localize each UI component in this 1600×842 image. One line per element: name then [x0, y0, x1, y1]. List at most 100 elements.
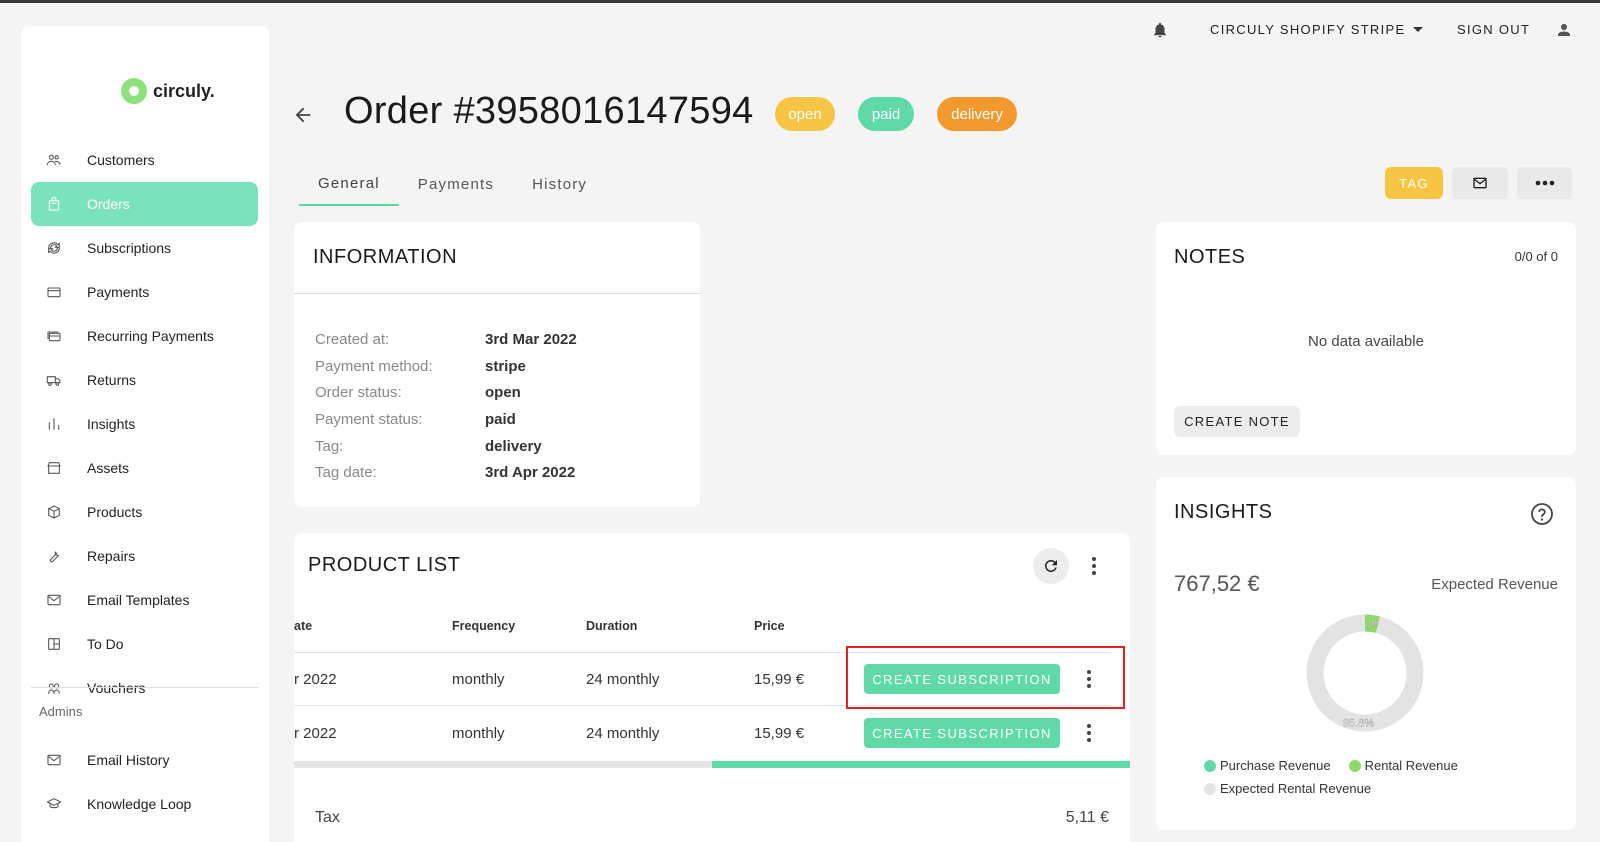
info-row-tag: Tag: delivery	[315, 438, 542, 455]
legend-item-expected-rental[interactable]: Expected Rental Revenue	[1204, 781, 1371, 796]
logo[interactable]: circuly.	[121, 78, 215, 104]
sidebar-item-repairs[interactable]: Repairs	[31, 534, 258, 578]
product-list-menu-button[interactable]	[1084, 551, 1104, 581]
info-row-tag-date: Tag date: 3rd Apr 2022	[315, 464, 575, 481]
row-menu-button[interactable]	[1079, 718, 1099, 748]
information-title: INFORMATION	[313, 246, 458, 268]
sidebar-item-customers[interactable]: Customers	[31, 138, 258, 182]
cell-price: 15,99 €	[754, 725, 805, 742]
legend-label: Expected Rental Revenue	[1220, 781, 1372, 796]
create-subscription-button[interactable]: CREATE SUBSCRIPTION	[864, 718, 1060, 748]
info-value: delivery	[485, 438, 542, 455]
sidebar-item-products[interactable]: Products	[31, 490, 258, 534]
legend-item-purchase[interactable]: Purchase Revenue	[1204, 758, 1331, 773]
refresh-button[interactable]	[1033, 548, 1069, 584]
info-label: Tag:	[315, 438, 344, 455]
sidebar-item-subscriptions[interactable]: Subscriptions	[31, 226, 258, 270]
tax-value: 5,11 €	[1065, 809, 1109, 826]
info-row-payment-method: Payment method: stripe	[315, 358, 526, 375]
column-header-duration[interactable]: Duration	[586, 619, 637, 633]
sidebar-item-insights[interactable]: Insights	[31, 402, 258, 446]
bar-chart-icon	[45, 415, 63, 433]
refresh-icon	[1044, 560, 1057, 572]
more-vertical-icon	[1092, 557, 1096, 575]
vouchers-icon	[45, 679, 63, 697]
legend-swatch	[1204, 782, 1216, 795]
revenue-donut-chart: 4.2%95.8%	[1306, 614, 1424, 732]
cell-frequency: monthly	[452, 725, 505, 742]
info-value: stripe	[485, 358, 526, 375]
sidebar-item-label: Assets	[87, 460, 130, 476]
sidebar-item-recurring-payments[interactable]: Recurring Payments	[31, 314, 258, 358]
column-header-frequency[interactable]: Frequency	[452, 619, 515, 633]
notes-card: NOTES 0/0 of 0 No data available CREATE …	[1156, 222, 1576, 455]
info-value: 3rd Apr 2022	[485, 464, 576, 481]
sidebar-item-label: Returns	[87, 372, 137, 388]
store-name: CIRCULY SHOPIFY STRIPE	[1210, 22, 1406, 37]
info-value: 3rd Mar 2022	[485, 331, 577, 348]
status-badge-delivery: delivery	[937, 97, 1017, 131]
tab-payments[interactable]: Payments	[399, 162, 513, 206]
tab-history[interactable]: History	[513, 162, 606, 206]
info-row-created: Created at: 3rd Mar 2022	[315, 331, 577, 348]
sidebar-item-label: To Do	[87, 636, 124, 652]
email-button[interactable]	[1452, 167, 1508, 199]
sidebar-item-label: Products	[87, 504, 143, 520]
sidebar-divider	[31, 687, 258, 688]
logo-icon	[121, 78, 147, 104]
bell-icon[interactable]	[1151, 21, 1169, 39]
create-note-button[interactable]: CREATE NOTE	[1174, 406, 1300, 437]
sync-icon	[45, 239, 63, 257]
sidebar-item-knowledge-loop[interactable]: Knowledge Loop	[31, 782, 258, 826]
sidebar-item-label: Repairs	[87, 548, 136, 564]
sidebar-item-label: Insights	[87, 416, 136, 432]
user-icon[interactable]	[1555, 21, 1573, 39]
tab-general[interactable]: General	[299, 162, 399, 206]
status-badge-open: open	[775, 97, 835, 131]
recurring-card-icon	[45, 327, 63, 345]
cell-date: r 2022	[294, 671, 337, 688]
sidebar-item-label: Email Templates	[87, 592, 190, 608]
logo-text: circuly.	[153, 80, 215, 101]
cell-frequency: monthly	[452, 671, 505, 688]
more-vertical-icon	[1087, 724, 1091, 742]
graduation-icon	[45, 795, 63, 813]
mail-icon	[45, 751, 63, 769]
back-arrow-icon[interactable]	[292, 104, 314, 126]
cell-date: r 2022	[294, 725, 337, 742]
insights-title: INSIGHTS	[1174, 501, 1273, 523]
legend-label: Rental Revenue	[1364, 758, 1458, 773]
horizontal-scrollbar[interactable]	[294, 761, 1130, 768]
sidebar-item-email-templates[interactable]: Email Templates	[31, 578, 258, 622]
legend-item-rental[interactable]: Rental Revenue	[1348, 758, 1458, 773]
information-card: INFORMATION Created at: 3rd Mar 2022 Paym…	[294, 222, 700, 507]
store-selector[interactable]: CIRCULY SHOPIFY STRIPE	[1210, 22, 1424, 37]
sidebar-item-returns[interactable]: Returns	[31, 358, 258, 402]
sidebar-item-to-do[interactable]: To Do	[31, 622, 258, 666]
sidebar-item-orders[interactable]: Orders	[31, 182, 258, 226]
info-label: Order status:	[315, 384, 402, 401]
insights-amount-label: Expected Revenue	[1431, 576, 1558, 593]
sidebar-item-payments[interactable]: Payments	[31, 270, 258, 314]
info-row-order-status: Order status: open	[315, 384, 521, 401]
sidebar-item-label: Knowledge Loop	[87, 796, 192, 812]
box-icon	[45, 503, 63, 521]
column-header-date[interactable]: ate	[294, 619, 312, 633]
sidebar-item-label: Recurring Payments	[87, 328, 214, 344]
scrollbar-thumb[interactable]	[712, 761, 1130, 768]
sign-out-button[interactable]: SIGN OUT	[1457, 22, 1530, 37]
sidebar-item-email-history[interactable]: Email History	[31, 738, 258, 782]
help-icon[interactable]	[1530, 502, 1554, 526]
tab-bar: General Payments History	[299, 162, 606, 206]
donut-data-label: 95.8%	[1343, 718, 1374, 730]
notes-pagination: 0/0 of 0	[1514, 249, 1558, 264]
mail-icon	[45, 591, 63, 609]
more-options-button[interactable]	[1517, 167, 1572, 199]
donut-slice-expected-rental-revenue[interactable]	[1306, 614, 1424, 732]
column-header-price[interactable]: Price	[754, 619, 785, 633]
tag-button[interactable]: TAG	[1385, 167, 1443, 199]
highlight-box	[846, 646, 1125, 709]
wrench-icon	[45, 547, 63, 565]
bag-icon	[45, 195, 63, 213]
sidebar-item-assets[interactable]: Assets	[31, 446, 258, 490]
